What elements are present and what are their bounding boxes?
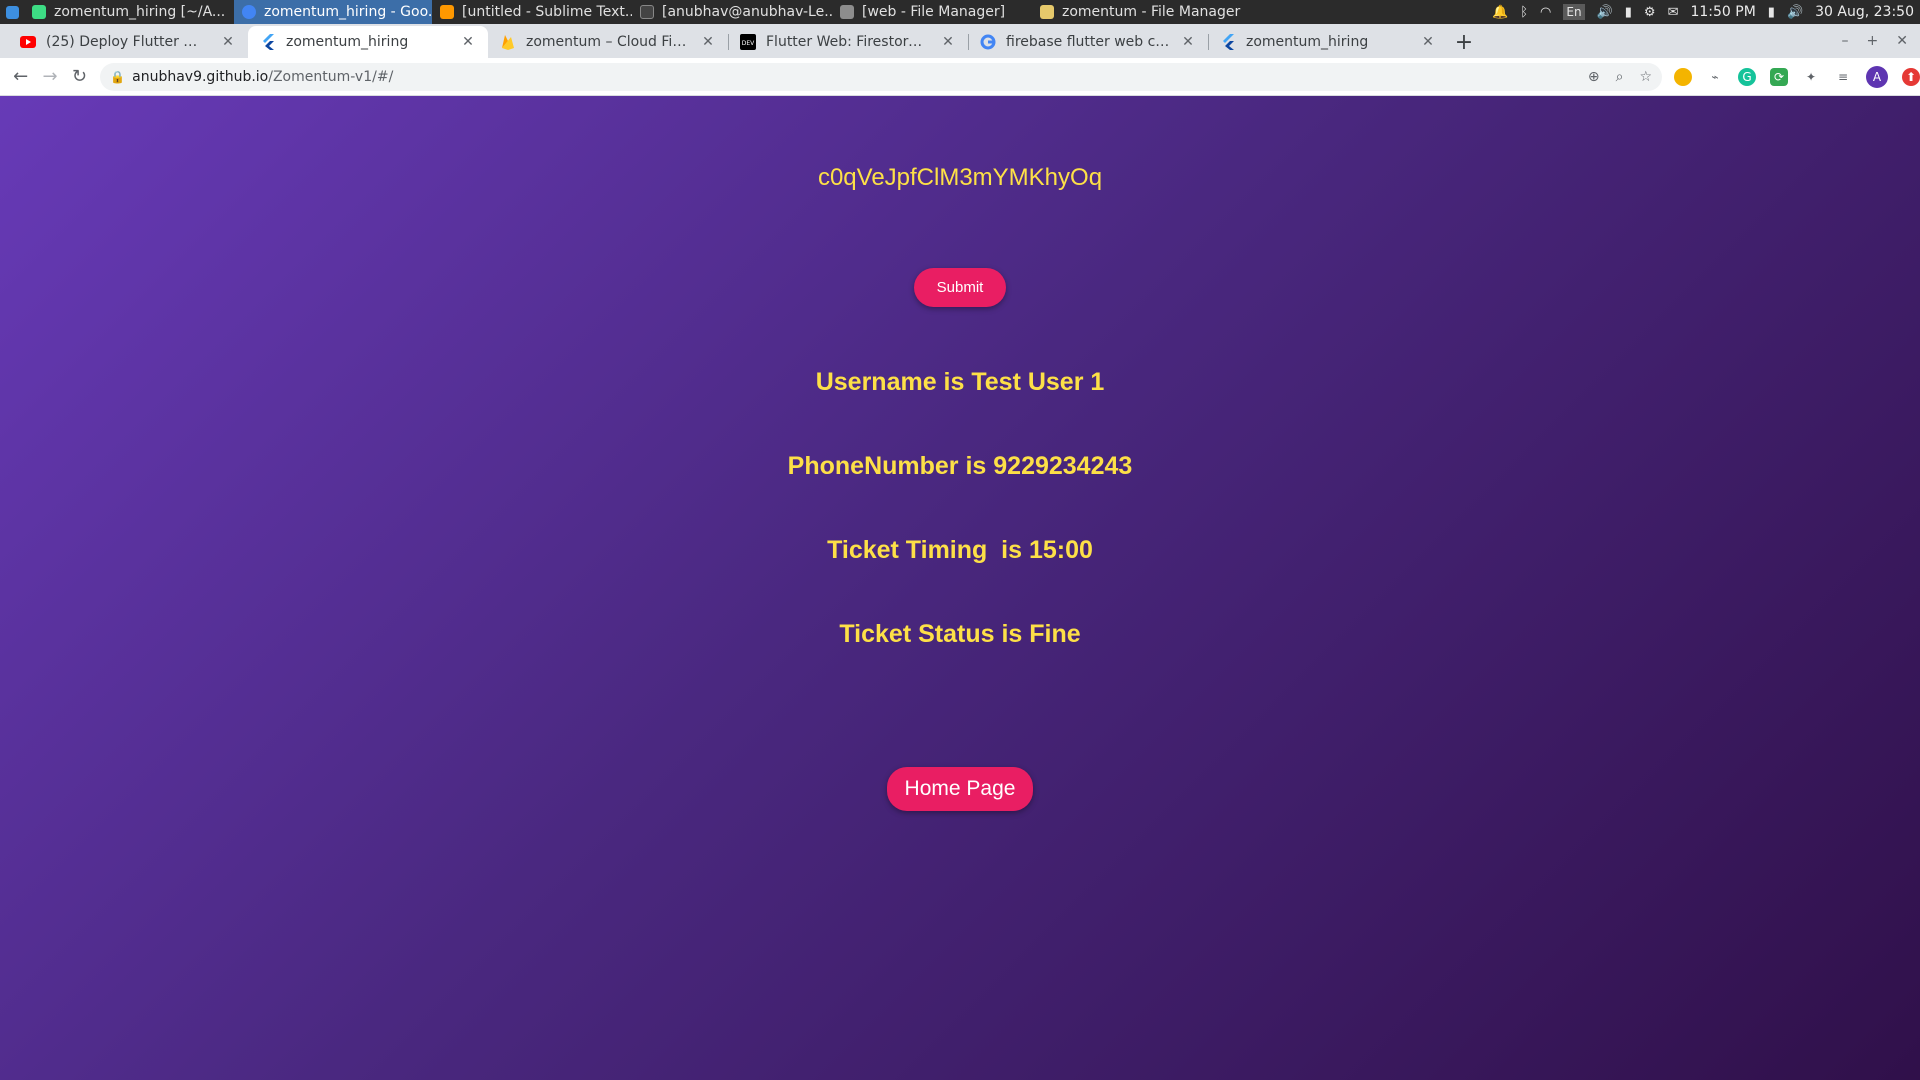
tab-title: Flutter Web: Firestore CRU [766,34,930,50]
system-taskbar: zomentum_hiring [~/A... zomentum_hiring … [0,0,1920,24]
taskbar-item-file-manager-zomentum[interactable]: zomentum - File Manager [1032,0,1252,24]
phone-number-text: PhoneNumber is 9229234243 [787,452,1133,480]
system-tray: 🔔 ᛒ ◠ En 🔊 ▮ ⚙ ✉ 11:50 PM ▮ 🔊 30 Aug, 23… [1492,0,1920,24]
taskbar-item-file-manager-web[interactable]: [web - File Manager] [832,0,1032,24]
folder-icon [840,5,854,19]
media-queue-icon[interactable]: ≡ [1834,68,1852,86]
update-menu-icon[interactable]: ⬆ [1902,67,1920,86]
svg-text:DEV: DEV [742,40,755,47]
speaker-icon[interactable]: 🔊 [1787,5,1803,20]
home-page-button[interactable]: Home Page [886,767,1034,811]
install-app-icon[interactable]: ⊕ [1588,69,1600,85]
maximize-window-icon[interactable]: + [1867,33,1879,49]
taskbar-item-terminal[interactable]: [anubhav@anubhav-Le... [632,0,832,24]
youtube-icon [20,34,36,50]
close-window-icon[interactable]: ✕ [1896,33,1908,49]
browser-tab-strip: (25) Deploy Flutter Web on ✕ zomentum_hi… [0,24,1920,58]
back-arrow-icon[interactable]: ← [6,61,35,93]
volume-icon[interactable]: 🔊 [1597,5,1613,20]
url-host: anubhav9.github.io [132,68,269,85]
tab-title: zomentum_hiring [1246,34,1369,50]
tab-zomentum-hiring-2[interactable]: zomentum_hiring ✕ [1208,26,1448,58]
sublime-text-icon [440,5,454,19]
puzzle-extensions-icon[interactable]: ✦ [1802,68,1820,86]
extensions-area: ⌁ G ⟳ ✦ ≡ A ⬆ [1674,65,1920,88]
tab-youtube-deploy-flutter[interactable]: (25) Deploy Flutter Web on ✕ [8,26,248,58]
tab-google-search[interactable]: firebase flutter web canno ✕ [968,26,1208,58]
terminal-icon [640,5,654,19]
tab-title: zomentum_hiring [286,34,409,50]
wifi-icon[interactable]: ◠ [1540,5,1551,20]
minimize-window-icon[interactable]: – [1842,33,1849,49]
tab-title: zomentum – Cloud Firesto [526,34,690,50]
submit-container: Submit [0,268,1920,307]
app-page: c0qVeJpfClM3mYMKhyOq Submit Username is … [0,96,1920,1080]
dev-icon: DEV [740,34,756,50]
username-text: Username is Test User 1 [815,368,1105,396]
profile-avatar[interactable]: A [1866,65,1889,88]
taskbar-item-label: zomentum_hiring [~/A... [54,4,226,20]
taskbar-item-label: zomentum_hiring - Goo... [264,4,432,20]
notification-bell-icon[interactable]: 🔔 [1492,5,1508,20]
close-tab-icon[interactable]: ✕ [1180,34,1196,50]
tab-flutter-web-firestore-crud[interactable]: DEV Flutter Web: Firestore CRU ✕ [728,26,968,58]
window-controls: – + ✕ [1842,24,1914,58]
clock-date[interactable]: 30 Aug, 23:50 [1815,4,1914,20]
taskbar-item-label: [untitled - Sublime Text... [462,4,632,20]
android-studio-icon [32,5,46,19]
flutter-icon [1220,34,1236,50]
ticket-status-text: Ticket Status is Fine [839,620,1081,648]
settings-gear-icon[interactable]: ⚙ [1644,5,1656,20]
cookie-extension-icon[interactable] [1674,67,1693,86]
taskbar-item-sublime[interactable]: [untitled - Sublime Text... [432,0,632,24]
close-tab-icon[interactable]: ✕ [1420,34,1436,50]
taskbar-item-android-studio[interactable]: zomentum_hiring [~/A... [24,0,234,24]
battery-charging-icon[interactable]: ▮ [1768,5,1775,20]
tab-zomentum-hiring-active[interactable]: zomentum_hiring ✕ [248,26,488,58]
submit-button[interactable]: Submit [913,268,1007,307]
battery-icon[interactable]: ▮ [1625,5,1632,20]
tab-cloud-firestore[interactable]: zomentum – Cloud Firesto ✕ [488,26,728,58]
taskbar-item-label: [anubhav@anubhav-Le... [662,4,832,20]
firebase-icon [500,34,516,50]
clock-time[interactable]: 11:50 PM [1690,4,1755,20]
mail-icon[interactable]: ✉ [1668,5,1679,20]
forward-arrow-icon[interactable]: → [35,61,64,93]
lock-icon[interactable]: 🔒 [110,70,125,84]
tab-title: (25) Deploy Flutter Web on [46,34,210,50]
new-tab-button[interactable]: + [1448,26,1480,58]
bluetooth-icon[interactable]: ᛒ [1520,5,1528,20]
document-id-text: c0qVeJpfClM3mYMKhyOq [817,164,1103,191]
close-tab-icon[interactable]: ✕ [220,34,236,50]
bookmark-star-icon[interactable]: ☆ [1639,69,1652,85]
zoom-icon[interactable]: ⌕ [1616,69,1624,85]
google-icon [980,34,996,50]
address-bar[interactable]: 🔒 anubhav9.github.io/Zomentum-v1/#/ ⊕ ⌕ … [100,62,1663,91]
close-tab-icon[interactable]: ✕ [460,34,476,50]
keyboard-layout-indicator[interactable]: En [1563,4,1585,20]
extension-icon[interactable]: ⌁ [1706,68,1724,86]
taskbar-item-chrome[interactable]: zomentum_hiring - Goo... [234,0,432,24]
url-path: /Zomentum-v1/#/ [268,68,394,85]
chrome-icon [242,5,256,19]
grammarly-icon[interactable]: G [1738,67,1757,86]
folder-icon [1040,5,1054,19]
taskbar-item-label: zomentum - File Manager [1062,4,1241,20]
browser-toolbar: ← → ↻ 🔒 anubhav9.github.io/Zomentum-v1/#… [0,58,1920,96]
start-menu-icon[interactable] [0,0,24,24]
reload-icon[interactable]: ↻ [65,61,94,93]
flutter-icon [260,34,276,50]
ticket-timing-text: Ticket Timing is 15:00 [827,536,1093,564]
close-tab-icon[interactable]: ✕ [700,34,716,50]
home-container: Home Page [0,767,1920,811]
taskbar-item-label: [web - File Manager] [862,4,1006,20]
close-tab-icon[interactable]: ✕ [940,34,956,50]
extension-green-icon[interactable]: ⟳ [1770,67,1789,86]
tab-title: firebase flutter web canno [1006,34,1170,50]
